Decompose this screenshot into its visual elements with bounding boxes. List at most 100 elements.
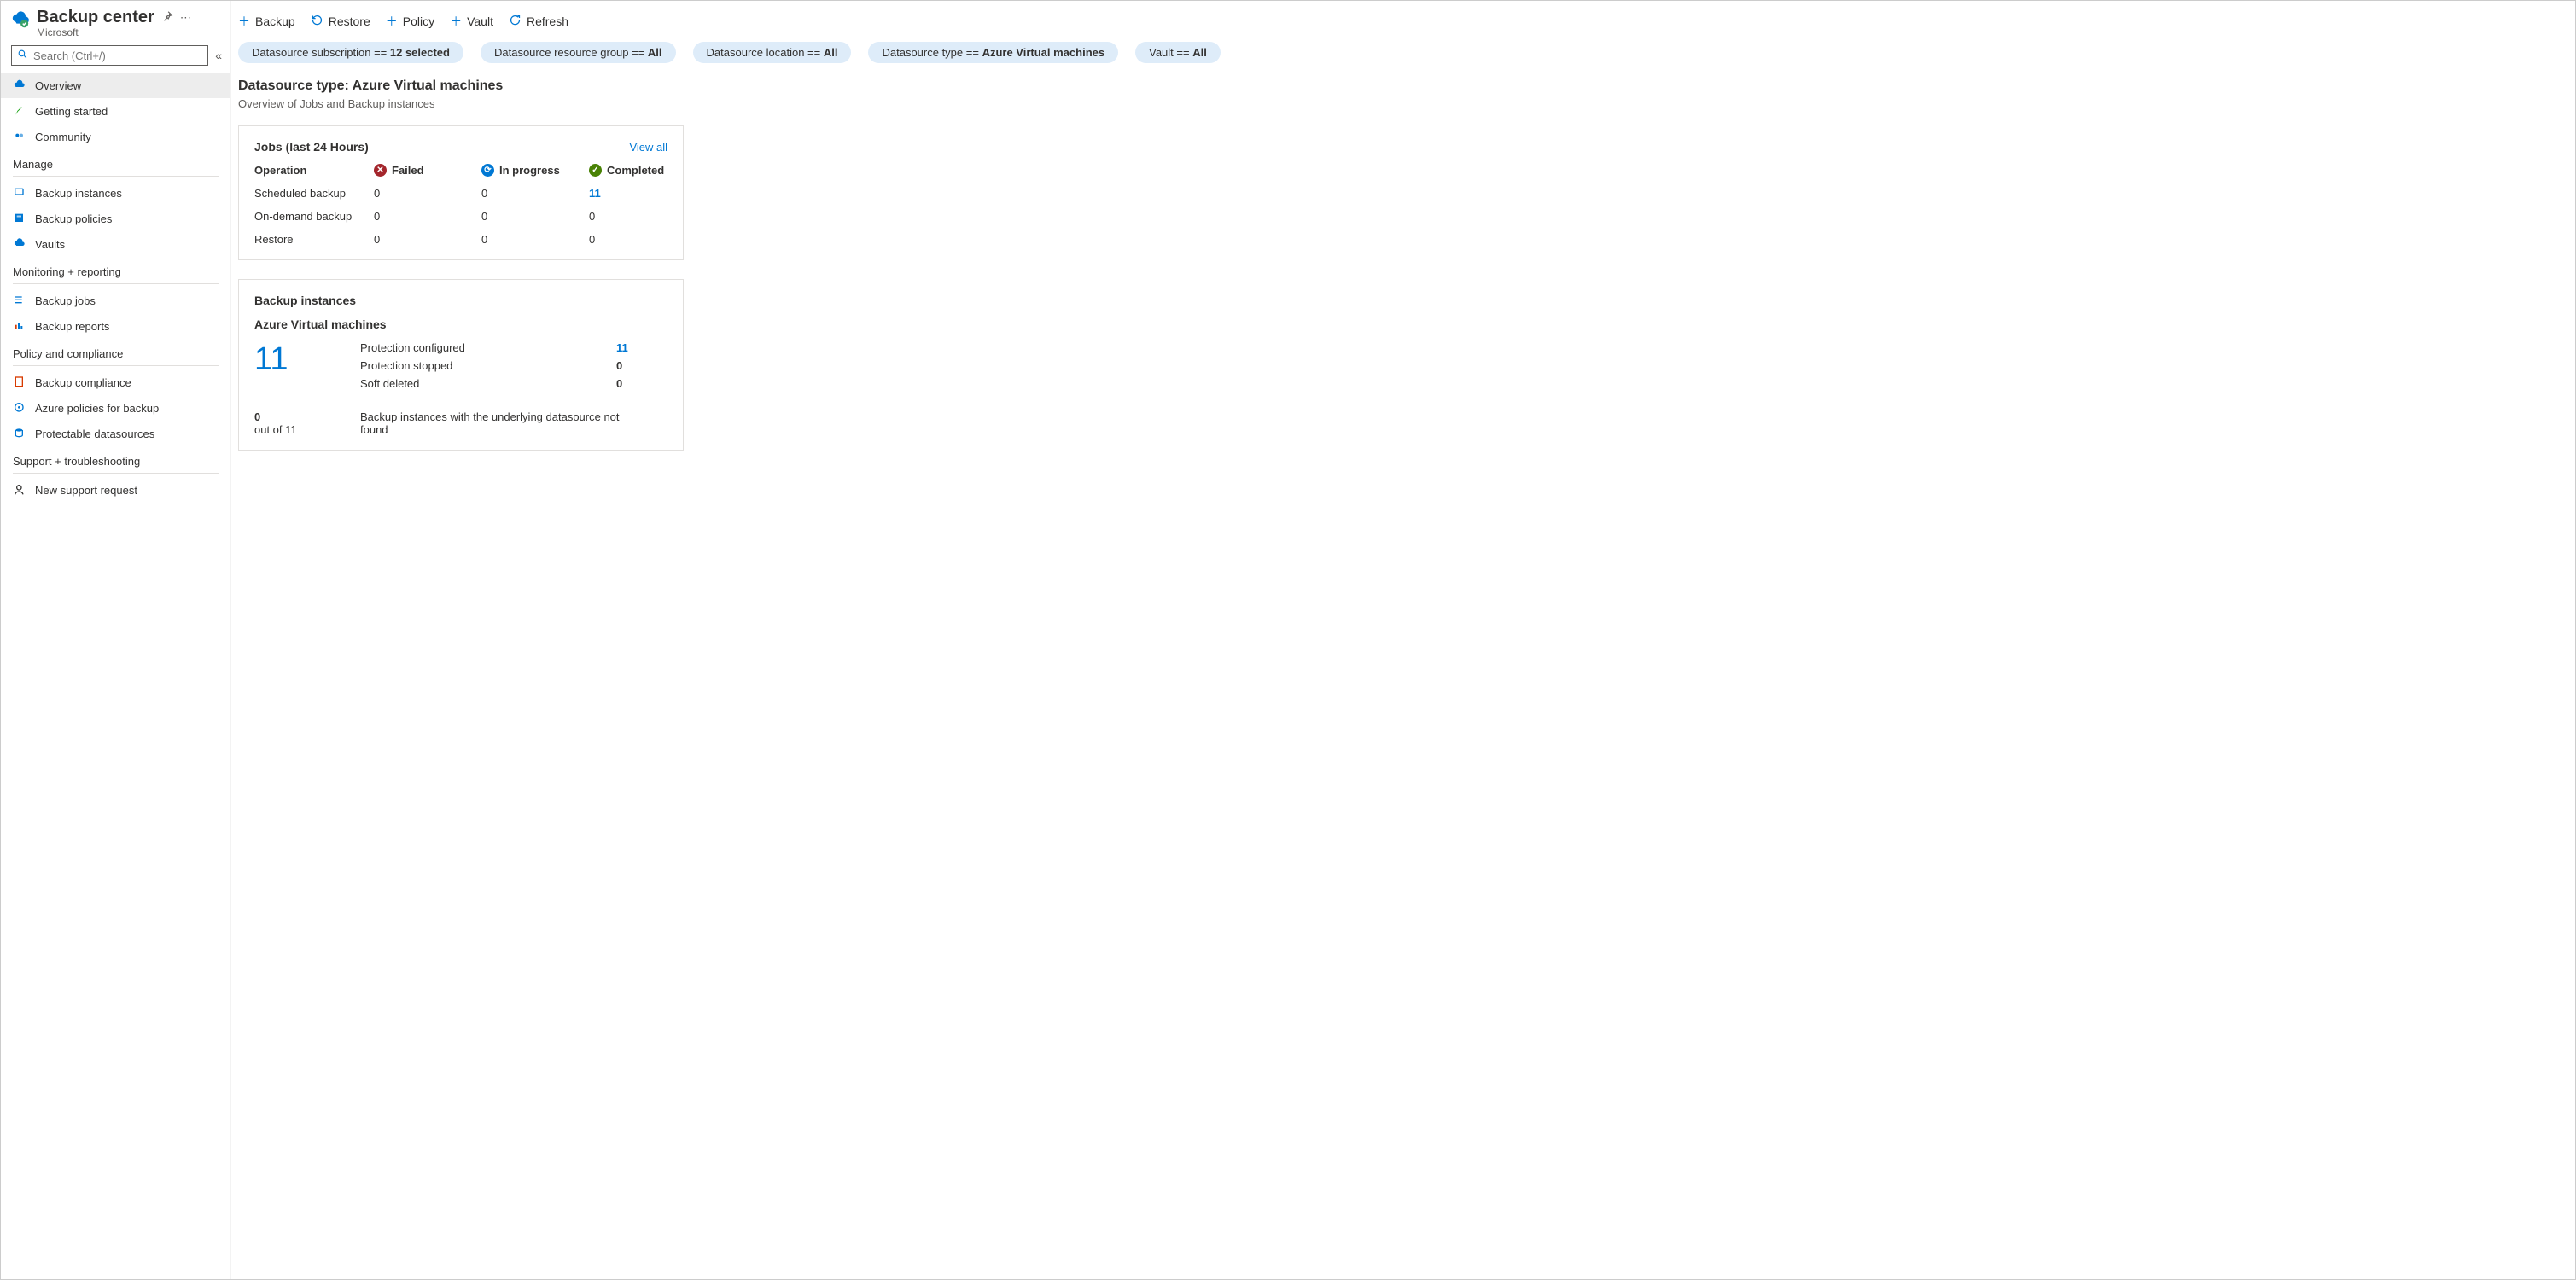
cell: 0 [481, 205, 589, 223]
plus-icon: ＋ [386, 13, 398, 30]
toolbar-restore[interactable]: Restore [311, 14, 370, 29]
filter-subscription[interactable]: Datasource subscription == 12 selected [238, 42, 463, 63]
cell: 0 [481, 228, 589, 246]
toolbar-policy[interactable]: ＋Policy [386, 13, 434, 30]
nav-group-manage: Manage [1, 149, 230, 174]
cell: 0 [374, 228, 481, 246]
toolbar: ＋Backup Restore ＋Policy ＋Vault Refresh [231, 1, 2575, 42]
filter-datasource-type[interactable]: Datasource type == Azure Virtual machine… [868, 42, 1118, 63]
cell-link[interactable]: 11 [589, 182, 674, 200]
search-input[interactable] [33, 49, 202, 62]
failed-icon: ✕ [374, 164, 387, 177]
plus-icon: ＋ [450, 13, 462, 30]
toolbar-vault[interactable]: ＋Vault [450, 13, 493, 30]
rocket-icon [13, 104, 26, 118]
nav-vaults[interactable]: Vaults [1, 231, 230, 257]
nav-backup-compliance[interactable]: Backup compliance [1, 369, 230, 395]
filter-bar: Datasource subscription == 12 selected D… [231, 42, 2575, 79]
nav-label: Azure policies for backup [35, 402, 159, 415]
col-operation: Operation [254, 164, 374, 177]
nav-group-policy: Policy and compliance [1, 339, 230, 364]
policies-icon [13, 212, 26, 225]
support-icon [13, 483, 26, 497]
community-icon [13, 130, 26, 143]
cell: 0 [481, 182, 589, 200]
filter-location[interactable]: Datasource location == All [693, 42, 852, 63]
content-title: Datasource type: Azure Virtual machines [238, 79, 2568, 94]
refresh-icon [509, 14, 522, 29]
bi-row-val[interactable]: 11 [616, 341, 667, 354]
search-icon [17, 49, 28, 62]
search-box[interactable] [11, 45, 208, 66]
nav-label: Overview [35, 79, 81, 92]
restore-icon [311, 14, 323, 29]
nav-overview[interactable]: Overview [1, 73, 230, 98]
filter-resource-group[interactable]: Datasource resource group == All [481, 42, 676, 63]
compliance-icon [13, 375, 26, 389]
inprogress-icon: ⟳ [481, 164, 494, 177]
bi-total[interactable]: 11 [254, 341, 340, 390]
toolbar-backup[interactable]: ＋Backup [238, 13, 295, 30]
sidebar: Backup center ⋯ Microsoft « [1, 1, 231, 1279]
col-inprogress: ⟳In progress [481, 164, 589, 177]
backup-center-icon [11, 11, 30, 30]
collapse-sidebar-icon[interactable]: « [215, 49, 222, 62]
plus-icon: ＋ [238, 13, 250, 30]
page-subtitle: Microsoft [37, 26, 220, 38]
instances-icon [13, 186, 26, 200]
nav-group-support: Support + troubleshooting [1, 446, 230, 471]
nav-backup-instances[interactable]: Backup instances [1, 180, 230, 206]
nav: Overview Getting started Community Manag… [1, 73, 230, 503]
nav-label: New support request [35, 484, 137, 497]
row-ondemand: On-demand backup [254, 205, 374, 223]
nav-getting-started[interactable]: Getting started [1, 98, 230, 124]
azure-policy-icon [13, 401, 26, 415]
nav-label: Getting started [35, 105, 108, 118]
pin-icon[interactable] [161, 10, 173, 25]
toolbar-refresh[interactable]: Refresh [509, 14, 568, 29]
more-icon[interactable]: ⋯ [180, 11, 191, 25]
datasource-icon [13, 427, 26, 440]
vault-icon [13, 237, 26, 251]
bi-row-label: Protection stopped [360, 359, 616, 372]
row-scheduled: Scheduled backup [254, 182, 374, 200]
bi-row-val: 0 [616, 377, 667, 390]
bi-card-title: Backup instances [254, 294, 667, 307]
nav-backup-jobs[interactable]: Backup jobs [1, 288, 230, 313]
jobs-table: Operation ✕Failed ⟳In progress ✓Complete… [254, 164, 667, 246]
view-all-link[interactable]: View all [629, 141, 667, 154]
main: ＋Backup Restore ＋Policy ＋Vault Refresh D… [231, 1, 2575, 1279]
bi-footer-msg: Backup instances with the underlying dat… [360, 410, 633, 436]
col-completed: ✓Completed [589, 164, 674, 177]
backup-instances-card: Backup instances Azure Virtual machines … [238, 279, 684, 451]
jobs-card-title: Jobs (last 24 Hours) [254, 140, 369, 154]
bi-row-label: Soft deleted [360, 377, 616, 390]
page-title: Backup center [37, 8, 154, 27]
jobs-icon [13, 294, 26, 307]
nav-backup-reports[interactable]: Backup reports [1, 313, 230, 339]
row-restore: Restore [254, 228, 374, 246]
cell: 0 [374, 182, 481, 200]
app-window: Backup center ⋯ Microsoft « [0, 0, 2576, 1280]
nav-new-support-request[interactable]: New support request [1, 477, 230, 503]
nav-backup-policies[interactable]: Backup policies [1, 206, 230, 231]
nav-protectable-ds[interactable]: Protectable datasources [1, 421, 230, 446]
bi-footer-count: 0 out of 11 [254, 410, 340, 436]
nav-label: Community [35, 131, 91, 143]
completed-icon: ✓ [589, 164, 602, 177]
bi-sub: Azure Virtual machines [254, 317, 667, 331]
cloud-check-icon [13, 79, 26, 92]
jobs-card: Jobs (last 24 Hours) View all Operation … [238, 125, 684, 260]
nav-label: Vaults [35, 238, 65, 251]
cell: 0 [589, 205, 674, 223]
filter-vault[interactable]: Vault == All [1135, 42, 1221, 63]
nav-label: Backup jobs [35, 294, 96, 307]
bi-row-val: 0 [616, 359, 667, 372]
nav-azure-policies[interactable]: Azure policies for backup [1, 395, 230, 421]
nav-community[interactable]: Community [1, 124, 230, 149]
cell: 0 [374, 205, 481, 223]
col-failed: ✕Failed [374, 164, 481, 177]
cell: 0 [589, 228, 674, 246]
search-row: « [1, 42, 230, 73]
nav-label: Backup instances [35, 187, 122, 200]
